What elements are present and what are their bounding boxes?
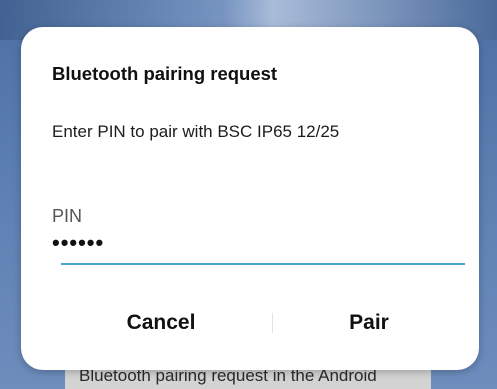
dialog-title: Bluetooth pairing request [52, 63, 278, 84]
pin-input[interactable]: •••••• [52, 230, 104, 256]
pair-button[interactable]: Pair [269, 305, 469, 341]
cancel-button[interactable]: Cancel [61, 305, 261, 341]
pin-field-label: PIN [52, 206, 83, 226]
pairing-dialog: Bluetooth pairing request Enter PIN to p… [21, 27, 479, 370]
pin-input-underline [61, 263, 465, 265]
dialog-message: Enter PIN to pair with BSC IP65 12/25 [52, 122, 340, 141]
